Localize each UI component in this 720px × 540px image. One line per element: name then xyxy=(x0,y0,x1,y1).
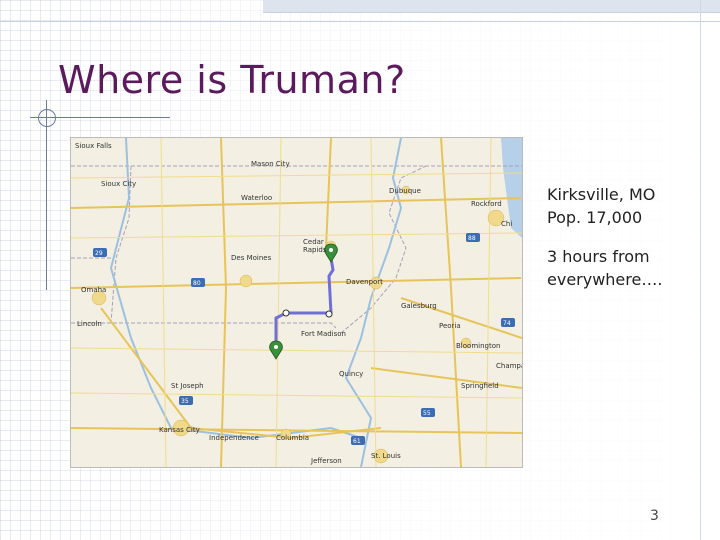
header-band xyxy=(263,0,720,13)
decorative-circle xyxy=(38,109,56,127)
svg-text:Jefferson: Jefferson xyxy=(310,457,342,465)
svg-text:74: 74 xyxy=(503,320,511,327)
svg-text:Dubuque: Dubuque xyxy=(389,187,421,195)
svg-text:Davenport: Davenport xyxy=(346,278,383,286)
svg-text:Springfield: Springfield xyxy=(461,382,499,390)
svg-text:Mason City: Mason City xyxy=(251,160,290,168)
svg-text:Galesburg: Galesburg xyxy=(401,302,437,310)
page-number: 3 xyxy=(650,508,659,524)
svg-text:Columbia: Columbia xyxy=(276,434,309,442)
svg-text:Rapids: Rapids xyxy=(303,246,327,254)
bullet-line: Pop. 17,000 xyxy=(547,208,643,227)
slide-bullets: Kirksville, MO Pop. 17,000 3 hours from … xyxy=(547,183,662,307)
slide-title: Where is Truman? xyxy=(58,58,406,102)
svg-text:St. Louis: St. Louis xyxy=(371,452,401,460)
svg-text:Des Moines: Des Moines xyxy=(231,254,272,262)
bullet-distance: 3 hours from everywhere…. xyxy=(547,245,662,291)
header-rule xyxy=(0,21,720,22)
svg-text:Omaha: Omaha xyxy=(81,286,106,294)
svg-text:61: 61 xyxy=(353,438,361,445)
bullet-kirksville: Kirksville, MO Pop. 17,000 xyxy=(547,183,662,229)
right-rule xyxy=(700,0,701,540)
bullet-line: everywhere…. xyxy=(547,270,663,289)
svg-text:Peoria: Peoria xyxy=(439,322,461,330)
svg-text:80: 80 xyxy=(193,280,201,287)
route-map: Sioux Falls Des Moines Cedar Rapids Dave… xyxy=(70,137,523,468)
svg-text:St Joseph: St Joseph xyxy=(171,382,204,390)
decorative-line-vertical xyxy=(46,100,47,290)
svg-text:88: 88 xyxy=(468,235,476,242)
svg-text:Waterloo: Waterloo xyxy=(241,194,272,202)
svg-text:Sioux City: Sioux City xyxy=(101,180,136,188)
svg-text:Kansas City: Kansas City xyxy=(159,426,200,434)
svg-text:Sioux Falls: Sioux Falls xyxy=(75,142,112,150)
svg-text:Fort Madison: Fort Madison xyxy=(301,330,346,338)
bullet-line: Kirksville, MO xyxy=(547,185,656,204)
bullet-line: 3 hours from xyxy=(547,247,650,266)
svg-text:Bloomington: Bloomington xyxy=(456,342,500,350)
svg-text:55: 55 xyxy=(423,410,431,417)
svg-text:Rockford: Rockford xyxy=(471,200,502,208)
svg-text:35: 35 xyxy=(181,398,189,405)
svg-text:Cedar: Cedar xyxy=(303,238,324,246)
svg-text:29: 29 xyxy=(95,250,103,257)
svg-text:Quincy: Quincy xyxy=(339,370,363,378)
svg-text:Champaign: Champaign xyxy=(496,362,522,370)
svg-text:Lincoln: Lincoln xyxy=(77,320,102,328)
svg-text:Independence: Independence xyxy=(209,434,259,442)
svg-text:Chi: Chi xyxy=(501,220,512,228)
